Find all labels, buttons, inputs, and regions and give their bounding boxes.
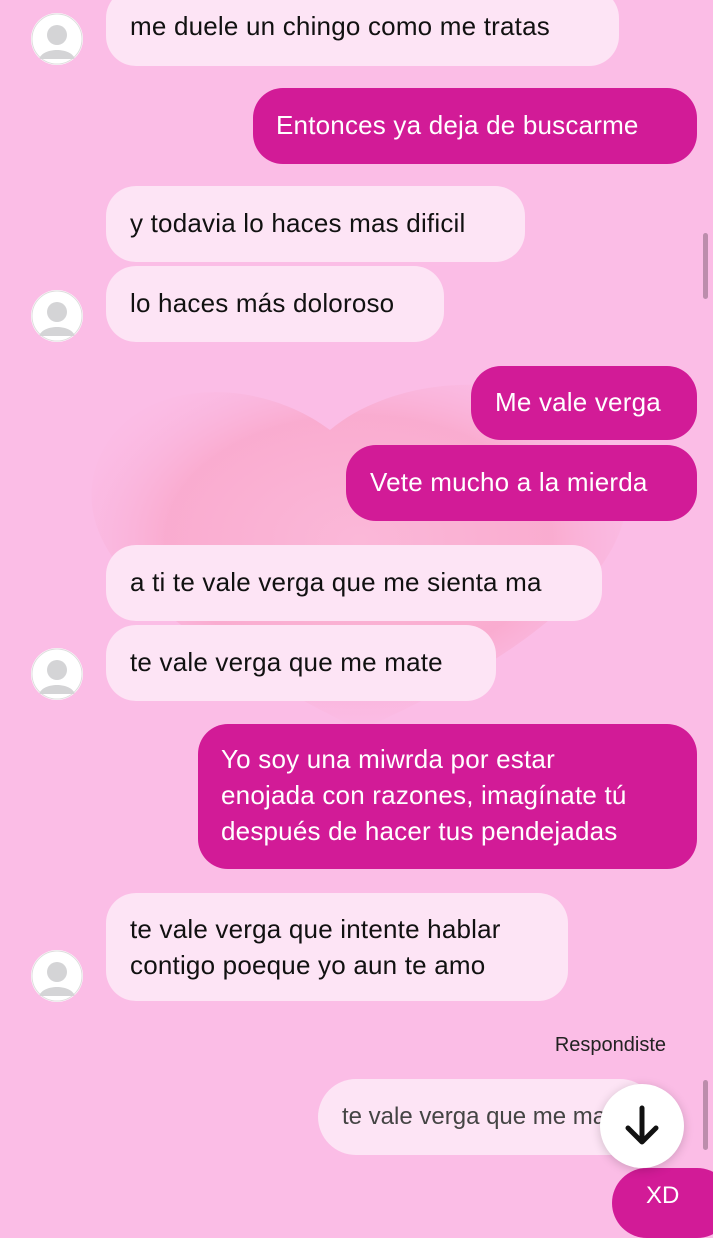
- message-text: y todavia lo haces mas dificil: [130, 208, 466, 238]
- message-text-line: te vale verga que intente hablar: [130, 914, 501, 944]
- message-text: Me vale verga: [495, 387, 661, 417]
- message-text: Vete mucho a la mierda: [370, 467, 648, 497]
- avatar[interactable]: [31, 290, 83, 342]
- avatar[interactable]: [31, 13, 83, 65]
- message-text: me duele un chingo como me tratas: [130, 11, 550, 41]
- reply-label: Respondiste: [554, 1034, 666, 1056]
- message-bubble-outgoing[interactable]: Entonces ya deja de buscarme: [253, 88, 697, 164]
- message-text: XD: [646, 1182, 680, 1209]
- message-bubble-incoming[interactable]: y todavia lo haces mas dificil: [106, 186, 525, 262]
- message-bubble-incoming[interactable]: te vale verga que me mate: [106, 625, 496, 701]
- message-text: te vale verga que me mate: [130, 647, 443, 677]
- message-bubble-outgoing[interactable]: Me vale verga: [471, 366, 697, 440]
- message-bubble-incoming[interactable]: a ti te vale verga que me sienta ma: [106, 545, 602, 621]
- message-bubble-incoming[interactable]: me duele un chingo como me tratas: [106, 0, 619, 66]
- avatar[interactable]: [31, 950, 83, 1002]
- default-avatar-icon: [31, 290, 83, 342]
- scrollbar-thumb-bottom[interactable]: [703, 1080, 708, 1150]
- message-text: lo haces más doloroso: [130, 288, 395, 318]
- scrollbar-thumb-top[interactable]: [703, 233, 708, 299]
- message-bubble-incoming[interactable]: lo haces más doloroso: [106, 266, 444, 342]
- message-text: Entonces ya deja de buscarme: [276, 110, 639, 140]
- default-avatar-icon: [31, 648, 83, 700]
- avatar[interactable]: [31, 648, 83, 700]
- message-text-line: después de hacer tus pendejadas: [221, 816, 618, 846]
- quoted-reply-text: te vale verga que me mate: [342, 1103, 627, 1130]
- message-text: a ti te vale verga que me sienta ma: [130, 567, 542, 597]
- scroll-to-bottom-button[interactable]: [600, 1084, 684, 1168]
- message-text-line: Yo soy una miwrda por estar: [221, 744, 555, 774]
- default-avatar-icon: [31, 950, 83, 1002]
- message-bubble-incoming[interactable]: te vale verga que intente hablar contigo…: [106, 893, 568, 1001]
- default-avatar-icon: [31, 13, 83, 65]
- message-bubble-outgoing-partial[interactable]: XD: [612, 1168, 713, 1238]
- message-text-line: enojada con razones, imagínate tú: [221, 780, 627, 810]
- message-bubble-outgoing[interactable]: Vete mucho a la mierda: [346, 445, 697, 521]
- message-text-line: contigo poeque yo aun te amo: [130, 950, 486, 980]
- message-bubble-outgoing[interactable]: Yo soy una miwrda por estar enojada con …: [198, 724, 697, 869]
- arrow-down-icon: [625, 1105, 659, 1145]
